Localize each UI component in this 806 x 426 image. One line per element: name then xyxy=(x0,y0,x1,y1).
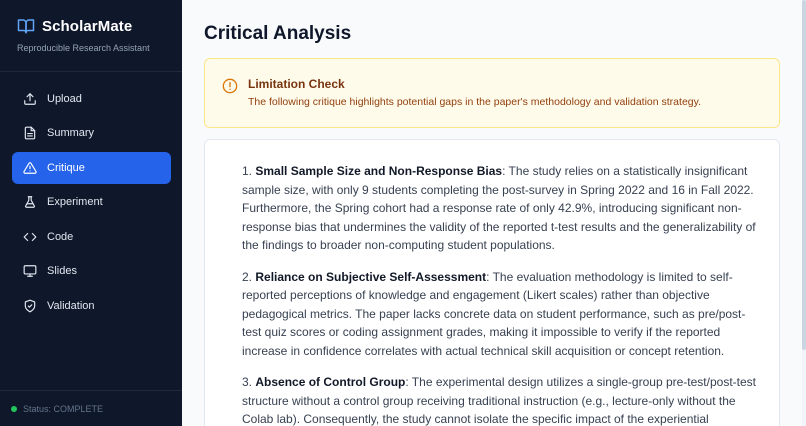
sidebar-item-critique[interactable]: Critique xyxy=(12,152,171,184)
point-heading: Reliance on Subjective Self-Assessment xyxy=(255,269,487,284)
point-number: 3. xyxy=(242,375,253,389)
critique-body: 1. Small Sample Size and Non-Response Bi… xyxy=(242,162,762,426)
sidebar-item-validation[interactable]: Validation xyxy=(12,290,171,322)
critique-point: 3. Absence of Control Group: The experim… xyxy=(242,373,762,426)
flask-icon xyxy=(25,196,35,208)
sidebar-item-label: Critique xyxy=(47,162,85,174)
page-title: Critical Analysis xyxy=(204,23,352,44)
sidebar-item-label: Slides xyxy=(47,265,77,277)
scrollbar-thumb[interactable] xyxy=(802,0,806,350)
sidebar-item-summary[interactable]: Summary xyxy=(12,117,171,149)
critique-card: 1. Small Sample Size and Non-Response Bi… xyxy=(204,139,780,426)
divider xyxy=(0,71,182,72)
limitation-alert: Limitation Check The following critique … xyxy=(204,58,780,128)
sidebar: ScholarMate Reproducible Research Assist… xyxy=(0,0,182,426)
point-heading: Absence of Control Group xyxy=(255,375,406,389)
shield-check-icon xyxy=(24,299,36,313)
alert-circle-icon xyxy=(222,78,238,94)
alert-title: Limitation Check xyxy=(248,77,345,91)
document-icon xyxy=(24,126,36,140)
warning-icon xyxy=(23,162,37,174)
sidebar-item-experiment[interactable]: Experiment xyxy=(12,186,171,218)
presentation-icon xyxy=(23,265,37,277)
sidebar-item-label: Validation xyxy=(47,300,95,312)
point-number: 1. xyxy=(242,164,253,178)
upload-icon xyxy=(24,93,36,105)
status-bar: Status: COMPLETE xyxy=(0,390,182,426)
sidebar-item-upload[interactable]: Upload xyxy=(12,83,171,115)
main-content: Critical Analysis Limitation Check The f… xyxy=(182,0,806,426)
sidebar-item-code[interactable]: Code xyxy=(12,221,171,253)
critique-point: 1. Small Sample Size and Non-Response Bi… xyxy=(242,162,762,255)
status-dot xyxy=(11,405,17,412)
book-icon xyxy=(17,19,35,34)
point-number: 2. xyxy=(242,269,253,284)
sidebar-item-label: Experiment xyxy=(47,196,103,208)
app-subtitle: Reproducible Research Assistant xyxy=(17,43,150,53)
code-icon xyxy=(23,232,37,242)
alert-text: The following critique highlights potent… xyxy=(248,96,702,108)
status-text: Status: COMPLETE xyxy=(23,403,104,414)
sidebar-item-label: Upload xyxy=(47,93,82,105)
point-heading: Small Sample Size and Non-Response Bias xyxy=(255,164,503,178)
sidebar-item-slides[interactable]: Slides xyxy=(12,255,171,287)
sidebar-item-label: Summary xyxy=(47,127,95,139)
brand[interactable]: ScholarMate xyxy=(17,17,132,35)
critique-point: 2. Reliance on Subjective Self-Assessmen… xyxy=(242,268,762,361)
sidebar-item-label: Code xyxy=(47,231,74,243)
app-name: ScholarMate xyxy=(42,17,133,35)
